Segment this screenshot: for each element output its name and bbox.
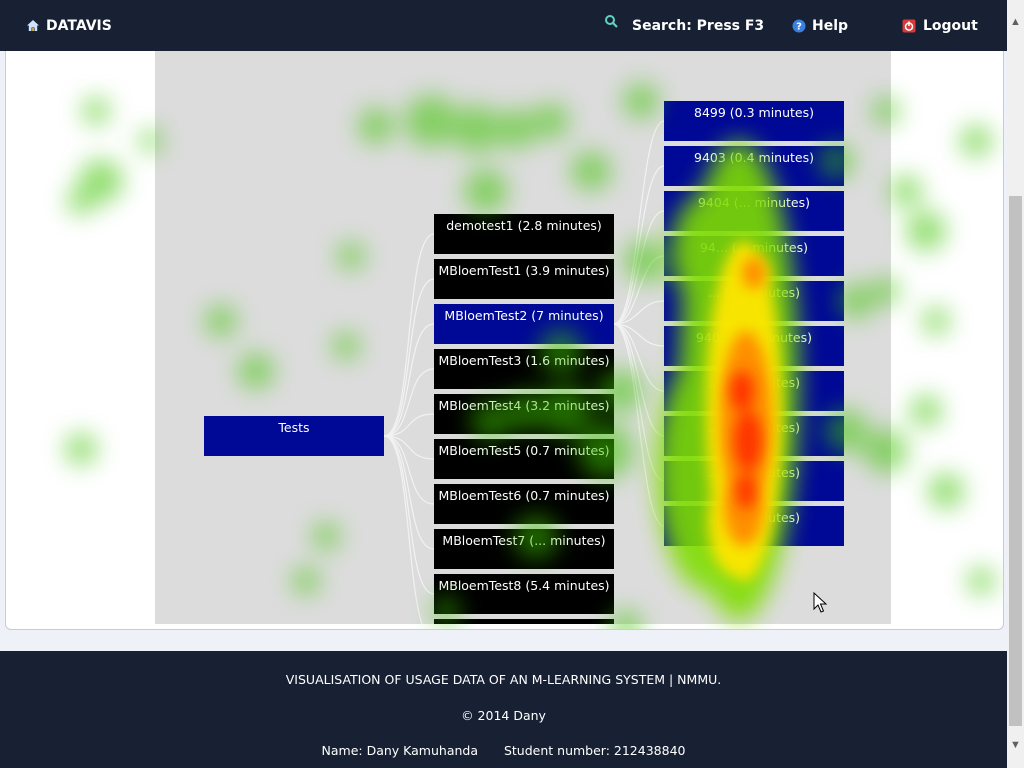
tree-link (383, 435, 423, 624)
tree-link (613, 120, 665, 325)
footer-student-info: Name: Dany Kamuhanda Student number: 212… (0, 743, 1007, 758)
tree-link (613, 165, 665, 325)
main-content: Tests demotest1 (2.8 minutes) MBloemTest… (0, 51, 1007, 651)
test-node[interactable]: MBloemTest1 (3.9 minutes) (434, 259, 614, 299)
page-scrollbar[interactable]: ▲ ▼ (1007, 0, 1024, 768)
help-label: Help (812, 17, 849, 34)
student-node[interactable]: 94... (... minutes) (664, 236, 844, 276)
logout-icon (902, 19, 916, 32)
test-node[interactable]: MBloemTest6 (0.7 minutes) (434, 484, 614, 524)
footer-copyright: © 2014 Dany (461, 708, 546, 723)
help-icon: ? (792, 19, 806, 32)
student-node[interactable]: ... (... minutes) (664, 506, 844, 546)
tree-link (613, 323, 665, 482)
test-node[interactable]: MBloemTest4 (3.2 minutes) (434, 394, 614, 434)
student-node[interactable]: 940... (... minutes) (664, 326, 844, 366)
brand-label: DATAVIS (46, 17, 112, 34)
test-node-selected[interactable]: MBloemTest2 (7 minutes) (434, 304, 614, 344)
tree-link (613, 323, 665, 527)
student-node[interactable]: 9403 (0.4 minutes) (664, 146, 844, 186)
help-link[interactable]: ? Help (792, 0, 848, 51)
tree-link (613, 323, 665, 437)
test-node[interactable]: MBloemTest8 (5.4 minutes) (434, 574, 614, 614)
tree-root-node[interactable]: Tests (204, 416, 384, 456)
top-nav-bar: DATAVIS Search: Press F3 ? Help Logout (0, 0, 1007, 51)
tree-link (383, 435, 435, 595)
scrollbar-thumb[interactable] (1009, 196, 1022, 726)
search-icon (605, 15, 618, 28)
student-name: Name: Dany Kamuhanda (321, 743, 478, 758)
mouse-cursor-icon (813, 592, 827, 613)
student-node[interactable]: ... (... minutes) (664, 281, 844, 321)
test-node[interactable]: MBloemTest3 (1.6 minutes) (434, 349, 614, 389)
student-node[interactable]: ... (... minutes) (664, 416, 844, 456)
scroll-down-arrow-icon[interactable]: ▼ (1007, 737, 1024, 754)
visualisation-panel: Tests demotest1 (2.8 minutes) MBloemTest… (5, 51, 1004, 630)
test-node[interactable]: MBloemTest5 (0.7 minutes) (434, 439, 614, 479)
scroll-up-arrow-icon[interactable]: ▲ (1007, 14, 1024, 31)
tree-link (383, 278, 435, 437)
tree-link (613, 210, 665, 325)
logout-link[interactable]: Logout (902, 0, 978, 51)
home-icon (27, 20, 39, 31)
tree-visualisation: Tests demotest1 (2.8 minutes) MBloemTest… (155, 51, 891, 624)
student-node[interactable]: 9404 (... minutes) (664, 191, 844, 231)
tree-link (383, 233, 435, 437)
test-node[interactable]: MBloemTest7 (... minutes) (434, 529, 614, 569)
svg-text:?: ? (796, 21, 802, 32)
logout-label: Logout (923, 17, 978, 34)
search-label: Search: Press F3 (632, 17, 765, 34)
student-node[interactable]: ... (... minutes) (664, 371, 844, 411)
test-node[interactable]: demotest1 (2.8 minutes) (434, 214, 614, 254)
student-number: Student number: 212438840 (503, 743, 686, 758)
search-link[interactable]: Search: Press F3 (604, 0, 764, 51)
footer: VISUALISATION OF USAGE DATA OF AN M-LEAR… (0, 651, 1007, 768)
student-node[interactable]: ... (... minutes) (664, 461, 844, 501)
test-node[interactable] (434, 619, 614, 624)
footer-title: VISUALISATION OF USAGE DATA OF AN M-LEAR… (285, 672, 722, 687)
home-link[interactable]: DATAVIS (26, 0, 112, 51)
student-node[interactable]: 8499 (0.3 minutes) (664, 101, 844, 141)
